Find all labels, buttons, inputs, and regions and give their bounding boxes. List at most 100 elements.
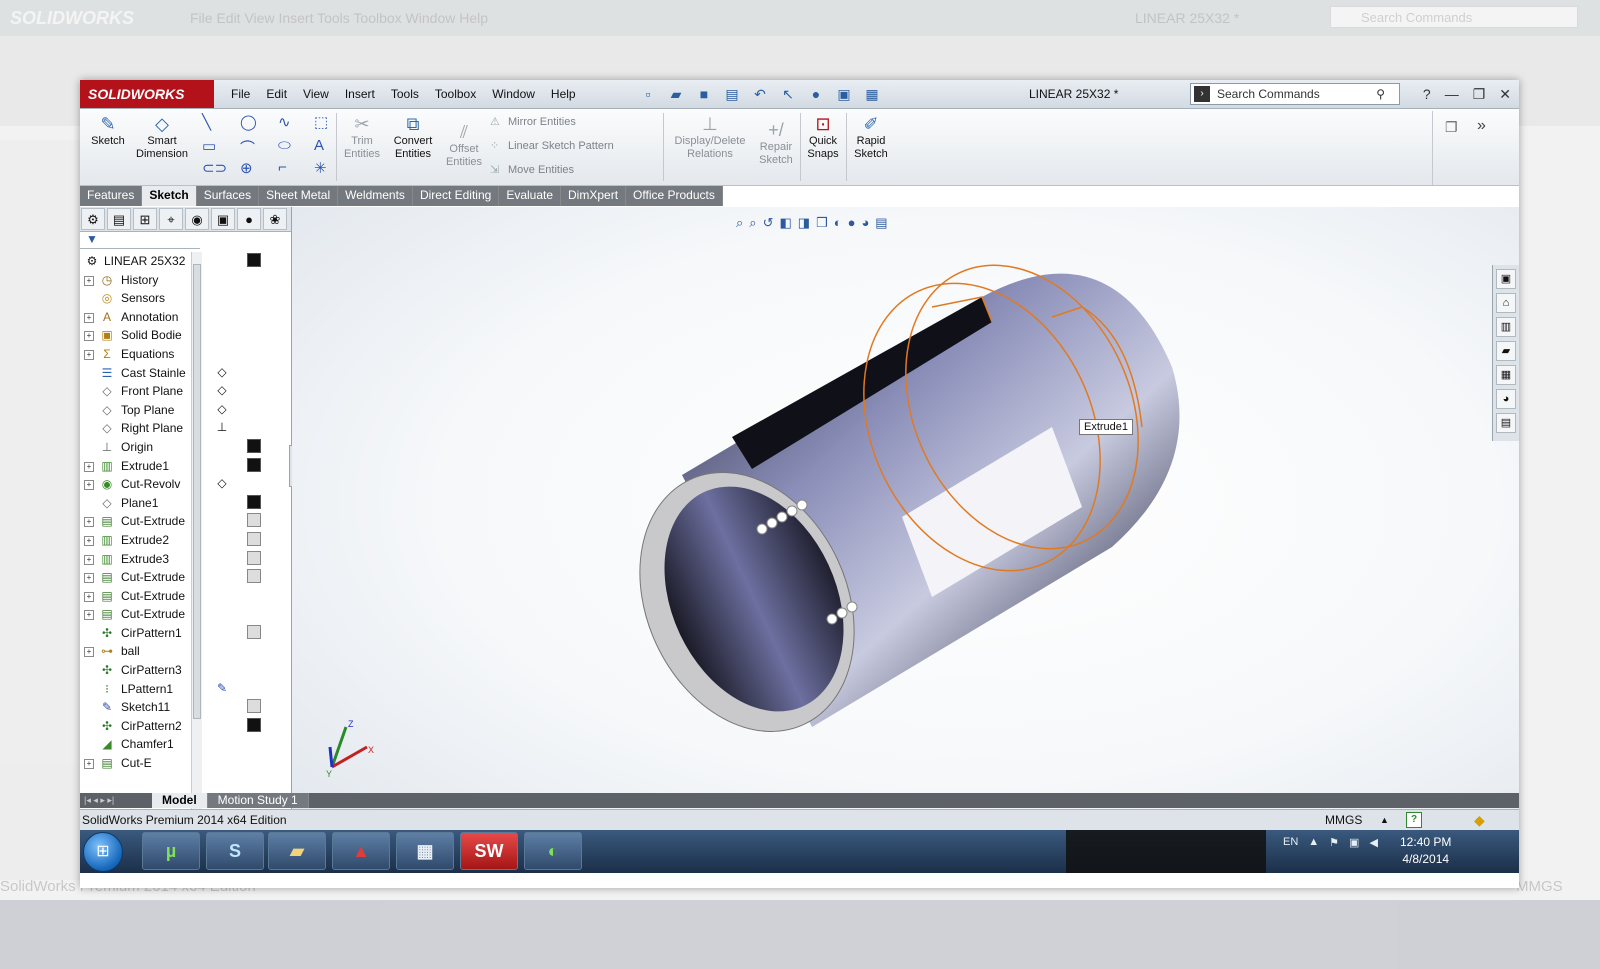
move-entities-button[interactable]: ⇲ Move Entities xyxy=(490,163,574,176)
appearance-icon[interactable]: ● xyxy=(237,208,261,230)
expand-chevron-icon[interactable]: » xyxy=(1477,117,1486,135)
tree-item[interactable]: + ▥ Extrude2 xyxy=(80,531,191,550)
acrobat-taskbar-button[interactable]: ▲ xyxy=(332,832,390,870)
repair-sketch-button[interactable]: +/ Repair Sketch xyxy=(756,119,796,167)
tree-item[interactable]: ◎ Sensors xyxy=(80,289,191,308)
display-state-marker[interactable] xyxy=(247,718,261,732)
display-delete-relations-button[interactable]: ⊥ Display/Delete Relations xyxy=(670,113,750,161)
dimxpert-manager-icon[interactable]: ⌖ xyxy=(159,208,183,230)
tab-dimxpert[interactable]: DimXpert xyxy=(561,186,627,206)
tree-item[interactable]: + ▤ Cut-E xyxy=(80,754,191,773)
tray-expand-icon[interactable]: ▲ xyxy=(1308,836,1319,849)
circle-icon[interactable]: ◯ xyxy=(240,113,257,131)
sketch-fillet-icon[interactable]: ⬚ xyxy=(314,113,328,131)
ellipse-icon[interactable]: ⬭ xyxy=(278,137,291,154)
mirror-entities-button[interactable]: ⚠ Mirror Entities xyxy=(490,115,576,128)
tab-surfaces[interactable]: Surfaces xyxy=(196,186,260,206)
search-commands-input[interactable]: › Search Commands ⚲ xyxy=(1190,83,1400,105)
expand-icon[interactable]: + xyxy=(84,647,94,658)
tree-item[interactable]: ✣ CirPattern2 xyxy=(80,717,191,736)
language-indicator[interactable]: EN xyxy=(1283,836,1298,849)
menu-view[interactable]: View xyxy=(295,80,337,108)
rectangle-icon[interactable]: ▭ xyxy=(202,137,216,155)
fillet-icon[interactable]: ⌐ xyxy=(278,159,287,176)
expand-icon[interactable]: + xyxy=(84,535,94,546)
rapid-sketch-button[interactable]: ✐ Rapid Sketch xyxy=(850,113,892,161)
display-state-marker[interactable] xyxy=(247,625,261,639)
configuration-manager-icon[interactable]: ⊞ xyxy=(133,208,157,230)
system-clock[interactable]: 12:40 PM 4/8/2014 xyxy=(1400,834,1451,868)
open-icon[interactable]: ▰ xyxy=(664,84,688,104)
origin-state-icon[interactable]: ⊥ xyxy=(215,420,229,434)
close-icon[interactable]: ✕ xyxy=(1499,80,1511,108)
customize-icon[interactable]: ❐ xyxy=(1445,119,1458,136)
tree-item[interactable]: ⊥ Origin xyxy=(80,438,191,457)
menu-file[interactable]: File xyxy=(223,80,258,108)
volume-icon[interactable]: ◀ xyxy=(1369,836,1377,849)
expand-icon[interactable]: + xyxy=(84,275,94,286)
plane-state-icon[interactable]: ◇ xyxy=(215,476,229,490)
calculator-taskbar-button[interactable]: ▦ xyxy=(396,832,454,870)
tab-nav-arrows[interactable]: |◂ ◂ ▸ ▸| xyxy=(80,793,152,808)
display-manager-icon[interactable]: ◉ xyxy=(185,208,209,230)
part-model[interactable] xyxy=(292,207,1519,862)
tab-sketch[interactable]: Sketch xyxy=(142,186,197,206)
expand-icon[interactable]: + xyxy=(84,591,94,602)
display-state-marker[interactable] xyxy=(247,569,261,584)
filter-icon[interactable]: ▼ xyxy=(80,232,200,249)
tab-evaluate[interactable]: Evaluate xyxy=(499,186,562,206)
network-icon[interactable]: ▣ xyxy=(1349,836,1359,849)
tree-item[interactable]: ◢ Chamfer1 xyxy=(80,735,191,754)
tree-item[interactable]: + ▤ Cut-Extrude xyxy=(80,605,191,624)
expand-icon[interactable]: + xyxy=(84,759,94,770)
tree-item[interactable]: ☰ Cast Stainle xyxy=(80,364,191,383)
rebuild-status-icon[interactable]: ◆ xyxy=(1474,810,1485,830)
tree-item[interactable]: ✎ Sketch11 xyxy=(80,698,191,717)
menu-tools[interactable]: Tools xyxy=(383,80,427,108)
feature-manager-icon[interactable]: ⚙ xyxy=(81,208,105,230)
sketch-state-icon[interactable]: ✎ xyxy=(215,681,229,695)
menu-insert[interactable]: Insert xyxy=(337,80,383,108)
rebuild-icon[interactable]: ● xyxy=(804,84,828,104)
polygon-icon[interactable]: ⊕ xyxy=(240,159,253,177)
display-state-marker[interactable] xyxy=(247,550,261,565)
property-manager-icon[interactable]: ▤ xyxy=(107,208,131,230)
expand-icon[interactable]: + xyxy=(84,480,94,491)
line-icon[interactable]: ╲ xyxy=(202,113,211,131)
menu-toolbox[interactable]: Toolbox xyxy=(427,80,484,108)
view-cube-icon[interactable]: ▣ xyxy=(211,208,235,230)
plane-state-icon[interactable]: ◇ xyxy=(215,383,229,397)
expand-icon[interactable]: + xyxy=(84,573,94,584)
tree-item[interactable]: + A Annotation xyxy=(80,308,191,327)
tab-features[interactable]: Features xyxy=(80,186,143,206)
menu-window[interactable]: Window xyxy=(484,80,543,108)
display-state-marker[interactable] xyxy=(247,699,261,714)
graphics-area[interactable]: ⌕ ⌕ ↺ ◧ ◨ ❒ ◐ ● ◕ ▤ ▣ ⌂ ▥ ▰ ▦ ◕ ▤ Extrud… xyxy=(292,207,1519,862)
tree-item[interactable]: ⁝ LPattern1 xyxy=(80,680,191,699)
spline-icon[interactable]: ∿ xyxy=(278,113,291,131)
search-icon[interactable]: ⚲ xyxy=(1376,84,1385,104)
tree-item[interactable]: + Σ Equations xyxy=(80,345,191,364)
camtasia-taskbar-button[interactable]: ◐ xyxy=(524,832,582,870)
sketch-button[interactable]: ✎ Sketch xyxy=(88,113,128,148)
scrollbar-thumb[interactable] xyxy=(193,264,201,719)
offset-entities-button[interactable]: ⫽ Offset Entities xyxy=(440,121,488,169)
scene-icon[interactable]: ❀ xyxy=(263,208,287,230)
print-icon[interactable]: ▤ xyxy=(720,84,744,104)
tree-item[interactable]: + ▤ Cut-Extrude xyxy=(80,568,191,587)
tree-item[interactable]: ◇ Front Plane xyxy=(80,382,191,401)
utorrent-taskbar-button[interactable]: µ xyxy=(142,832,200,870)
quick-snaps-button[interactable]: ⊡ Quick Snaps xyxy=(804,113,842,161)
explorer-taskbar-button[interactable]: ▰ xyxy=(268,832,326,870)
tree-item[interactable]: ◇ Right Plane xyxy=(80,419,191,438)
display-state-marker[interactable] xyxy=(247,513,261,528)
help-icon[interactable]: ? xyxy=(1423,80,1431,108)
start-button[interactable]: ⊞ xyxy=(83,832,123,872)
quick-tips-icon[interactable]: ? xyxy=(1406,812,1422,828)
action-center-icon[interactable]: ⚑ xyxy=(1329,836,1339,849)
tree-item[interactable]: ◇ Top Plane xyxy=(80,401,191,420)
menu-help[interactable]: Help xyxy=(543,80,584,108)
tree-item[interactable]: + ◉ Cut-Revolv xyxy=(80,475,191,494)
tab-direct-editing[interactable]: Direct Editing xyxy=(412,186,500,206)
tab-sheet-metal[interactable]: Sheet Metal xyxy=(259,186,339,206)
